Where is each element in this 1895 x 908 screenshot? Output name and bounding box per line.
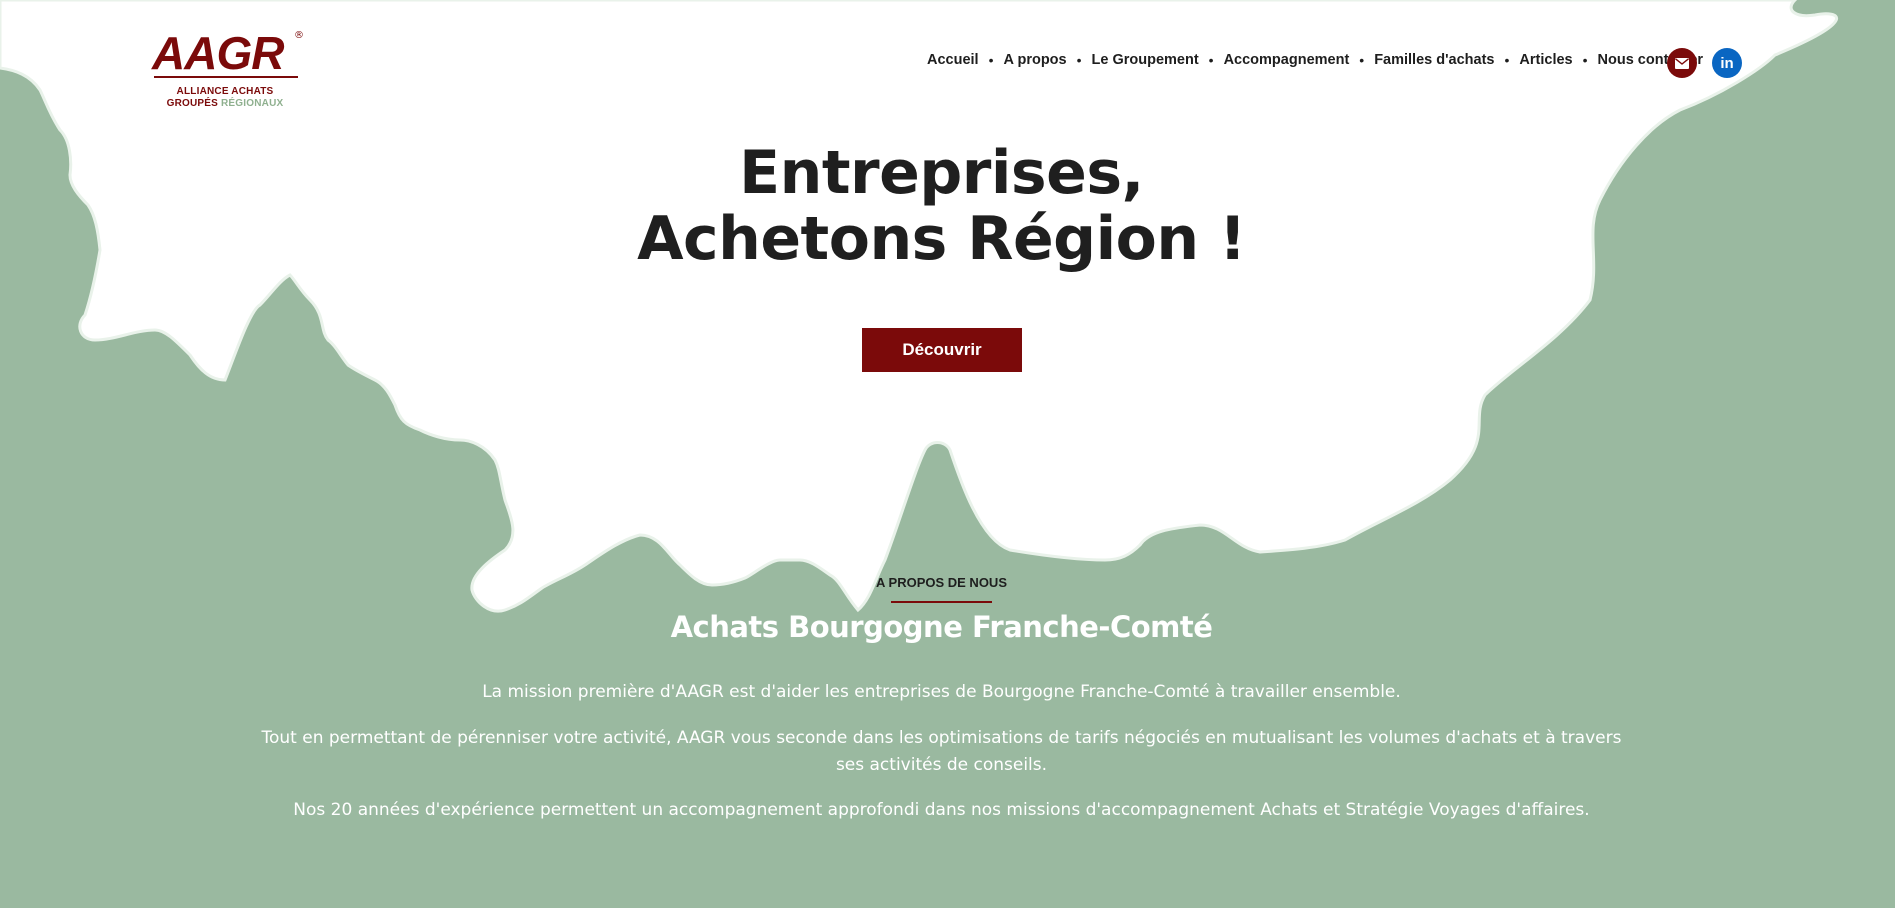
mail-icon[interactable]: [1667, 48, 1697, 78]
about-paragraph-2: Tout en permettant de pérenniser votre a…: [261, 728, 1622, 775]
logo-registered-mark: ®: [294, 30, 304, 41]
nav-separator: •: [1582, 52, 1588, 68]
hero-title: Entreprises, Achetons Région !: [0, 140, 1883, 272]
nav-separator: •: [1359, 52, 1365, 68]
hero-title-line2: Achetons Région !: [637, 204, 1246, 274]
hero-title-line1: Entreprises,: [739, 138, 1144, 208]
logo-tagline-regionaux: RÉGIONAUX: [221, 98, 284, 109]
nav-item-articles[interactable]: Articles: [1519, 52, 1572, 68]
nav-separator: •: [1504, 52, 1510, 68]
nav-separator: •: [1208, 52, 1214, 68]
about-paragraph-3: Nos 20 années d'expérience permettent un…: [293, 800, 1590, 820]
discover-button[interactable]: Découvrir: [862, 328, 1022, 372]
nav-item-a-propos[interactable]: A propos: [1004, 52, 1067, 68]
nav-item-familles-achats[interactable]: Familles d'achats: [1374, 52, 1494, 68]
linkedin-icon[interactable]: in: [1712, 48, 1742, 78]
envelope-icon: [1675, 57, 1689, 69]
main-navigation: Accueil • A propos • Le Groupement • Acc…: [927, 52, 1703, 68]
about-paragraph-1: La mission première d'AAGR est d'aider l…: [482, 682, 1401, 702]
site-logo[interactable]: AAGR ® ALLIANCE ACHATS GROUPÉS RÉGIONAUX: [150, 18, 310, 118]
kicker-underline: [891, 601, 992, 603]
nav-separator: •: [1076, 52, 1082, 68]
nav-item-le-groupement[interactable]: Le Groupement: [1092, 52, 1199, 68]
linkedin-label: in: [1720, 54, 1734, 72]
nav-item-accompagnement[interactable]: Accompagnement: [1224, 52, 1350, 68]
section-kicker: A PROPOS DE NOUS: [876, 575, 1007, 590]
logo-tagline-line2: GROUPÉS RÉGIONAUX: [150, 98, 300, 109]
nav-separator: •: [988, 52, 994, 68]
section-title: Achats Bourgogne Franche-Comté: [670, 610, 1213, 644]
logo-tagline-line1: ALLIANCE ACHATS: [176, 86, 274, 97]
nav-item-accueil[interactable]: Accueil: [927, 52, 979, 68]
logo-wordmark: AAGR: [152, 27, 284, 79]
logo-underline: [154, 76, 298, 78]
logo-tagline-groupes: GROUPÉS: [166, 98, 219, 109]
